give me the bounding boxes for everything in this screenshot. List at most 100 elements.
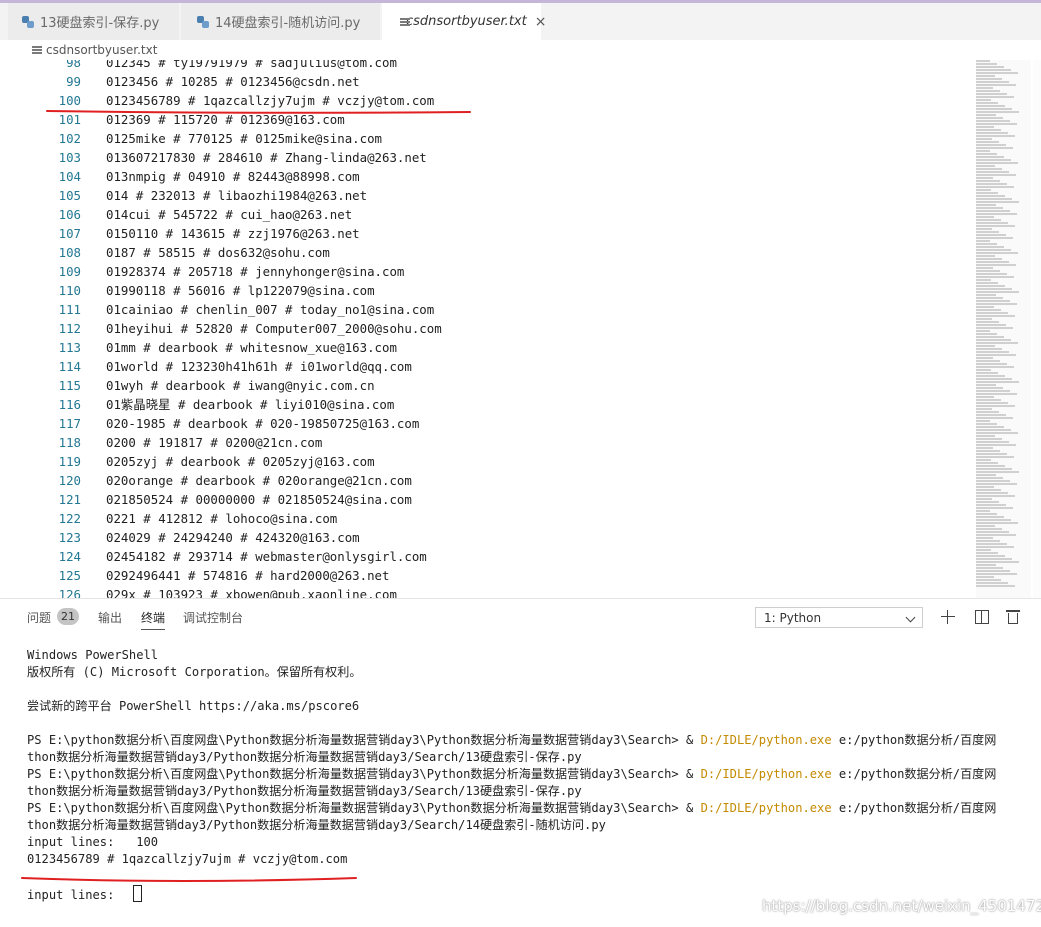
- editor-line[interactable]: 108 0187 # 58515 # dos632@sohu.com: [0, 243, 975, 262]
- editor-line[interactable]: 124 02454182 # 293714 # webmaster@onlysgi…: [0, 547, 975, 566]
- editor-line[interactable]: 115 01wyh # dearbook # iwang@nyic.com.cn: [0, 376, 975, 395]
- minimap-line: [976, 96, 1014, 98]
- chevron-down-icon: [905, 612, 916, 623]
- minimap-line: [976, 528, 1002, 530]
- editor-line[interactable]: 105 014 # 232013 # libaozhi1984@263.net: [0, 186, 975, 205]
- line-number: 114: [58, 359, 81, 374]
- line-text: 021850524 # 00000000 # 021850524@sina.co…: [106, 492, 412, 507]
- terminal-output[interactable]: Windows PowerShell 版权所有 (C) Microsoft Cor…: [27, 647, 1041, 902]
- minimap-line: [976, 66, 1004, 68]
- minimap-line: [976, 150, 990, 152]
- minimap-line: [976, 249, 1011, 251]
- split-terminal-icon[interactable]: [972, 607, 992, 627]
- tab-csdnsortbyuser-txt[interactable]: csdnsortbyuser.txt ×: [382, 3, 546, 40]
- editor-line[interactable]: 98 012345 # ty19791979 # sadjulius@tom.co…: [0, 60, 975, 72]
- line-number: 116: [58, 397, 81, 412]
- editor-line[interactable]: 107 0150110 # 143615 # zzj1976@263.net: [0, 224, 975, 243]
- text-file-icon: [32, 45, 42, 55]
- tab-13-save-py[interactable]: 13硬盘索引-保存.py: [8, 3, 180, 40]
- minimap-line: [976, 441, 1009, 443]
- line-text: 024029 # 24294240 # 424320@163.com: [106, 530, 360, 545]
- editor-line[interactable]: 121 021850524 # 00000000 # 021850524@sina…: [0, 490, 975, 509]
- line-text: 014 # 232013 # libaozhi1984@263.net: [106, 188, 368, 203]
- editor-line[interactable]: 118 0200 # 191817 # 0200@21cn.com: [0, 433, 975, 452]
- terminal-text: Windows PowerShell: [27, 648, 159, 662]
- editor-line[interactable]: 114 01world # 123230h41h61h # i01world@qq…: [0, 357, 975, 376]
- minimap-line: [976, 462, 998, 464]
- plus-icon[interactable]: [938, 607, 958, 627]
- line-text: 01990118 # 56016 # lp122079@sina.com: [106, 283, 375, 298]
- python-file-icon: [197, 15, 209, 28]
- minimap-line: [976, 366, 1014, 368]
- editor-line[interactable]: 110 01990118 # 56016 # lp122079@sina.com: [0, 281, 975, 300]
- editor-line[interactable]: 122 0221 # 412812 # lohoco@sina.com: [0, 509, 975, 528]
- editor-line[interactable]: 125 0292496441 # 574816 # hard2000@263.ne…: [0, 566, 975, 585]
- python-exe-path[interactable]: D:/IDLE/python.exe: [701, 767, 832, 781]
- close-icon[interactable]: ×: [535, 14, 547, 30]
- editor-scrollbar[interactable]: [1033, 60, 1041, 598]
- terminal-text: 尝试新的跨平台 PowerShell https://aka.ms/pscore…: [27, 699, 360, 713]
- editor-line[interactable]: 123 024029 # 24294240 # 424320@163.com: [0, 528, 975, 547]
- editor-line[interactable]: 103 013607217830 # 284610 # Zhang-linda@2…: [0, 148, 975, 167]
- minimap-line: [976, 348, 1002, 350]
- tab-problems[interactable]: 问题: [27, 609, 51, 626]
- tab-debug-console[interactable]: 调试控制台: [183, 609, 243, 626]
- tab-14-random-access-py[interactable]: 14硬盘索引-随机访问.py: [181, 3, 381, 40]
- minimap-line: [976, 201, 1019, 203]
- editor-line[interactable]: 112 01heyihui # 52820 # Computer007_2000@…: [0, 319, 975, 338]
- editor-line[interactable]: 101 012369 # 115720 # 012369@163.com: [0, 110, 975, 129]
- editor-line[interactable]: 113 01mm # dearbook # whitesnow_xue@163.c…: [0, 338, 975, 357]
- editor-line[interactable]: 100 0123456789 # 1qazcallzjy7ujm # vczjy@…: [0, 91, 975, 110]
- minimap-line: [976, 375, 1005, 377]
- minimap-line: [976, 246, 1004, 248]
- minimap-line: [976, 306, 994, 308]
- trash-icon[interactable]: [1003, 607, 1023, 627]
- minimap-line: [976, 318, 992, 320]
- minimap-line: [976, 69, 1011, 71]
- minimap[interactable]: [976, 60, 1031, 598]
- minimap-line: [976, 354, 1016, 356]
- minimap-line: [976, 288, 1012, 290]
- terminal-text: e:/python数据分析/百度网: [831, 801, 997, 815]
- breadcrumb-file[interactable]: csdnsortbyuser.txt: [46, 43, 157, 57]
- minimap-line: [976, 99, 991, 101]
- tab-label: 13硬盘索引-保存.py: [40, 16, 160, 31]
- minimap-line: [976, 360, 1000, 362]
- minimap-line: [976, 237, 1013, 239]
- editor-line[interactable]: 120 020orange # dearbook # 020orange@21cn…: [0, 471, 975, 490]
- editor-line[interactable]: 126 029x # 103923 # xbowen@pub.xaonline.c…: [0, 585, 975, 598]
- editor-line[interactable]: 116 01紫晶晓星 # dearbook # liyi010@sina.com: [0, 395, 975, 414]
- terminal-select[interactable]: 1: Python: [755, 607, 923, 628]
- terminal-cursor[interactable]: [132, 885, 142, 902]
- line-text: 01heyihui # 52820 # Computer007_2000@soh…: [106, 321, 442, 336]
- text-editor[interactable]: 98 012345 # ty19791979 # sadjulius@tom.co…: [0, 60, 1041, 598]
- minimap-line: [976, 396, 994, 398]
- minimap-line: [976, 327, 1013, 329]
- editor-line[interactable]: 119 0205zyj # dearbook # 0205zyj@163.com: [0, 452, 975, 471]
- minimap-line: [976, 279, 991, 281]
- line-number: 110: [58, 283, 81, 298]
- editor-line[interactable]: 99 0123456 # 10285 # 0123456@csdn.net: [0, 72, 975, 91]
- line-text: 01紫晶晓星 # dearbook # liyi010@sina.com: [106, 397, 395, 412]
- editor-line[interactable]: 111 01cainiao # chenlin_007 # today_no1@s…: [0, 300, 975, 319]
- minimap-line: [976, 486, 994, 488]
- minimap-line: [976, 393, 1017, 395]
- minimap-line: [976, 456, 1014, 458]
- editor-line[interactable]: 104 013nmpig # 04910 # 82443@88998.com: [0, 167, 975, 186]
- python-exe-path[interactable]: D:/IDLE/python.exe: [701, 733, 832, 747]
- python-exe-path[interactable]: D:/IDLE/python.exe: [701, 801, 832, 815]
- editor-line[interactable]: 106 014cui # 545722 # cui_hao@263.net: [0, 205, 975, 224]
- line-text: 02454182 # 293714 # webmaster@onlysgirl.…: [106, 549, 427, 564]
- tab-terminal[interactable]: 终端: [141, 609, 166, 630]
- line-text: 0200 # 191817 # 0200@21cn.com: [106, 435, 323, 450]
- editor-line[interactable]: 117 020-1985 # dearbook # 020-19850725@16…: [0, 414, 975, 433]
- minimap-line: [976, 351, 1009, 353]
- tab-output[interactable]: 输出: [98, 609, 122, 626]
- minimap-line: [976, 369, 991, 371]
- minimap-line: [976, 372, 998, 374]
- minimap-line: [976, 567, 1003, 569]
- editor-line[interactable]: 109 01928374 # 205718 # jennyhonger@sina.…: [0, 262, 975, 281]
- editor-line[interactable]: 102 0125mike # 770125 # 0125mike@sina.com: [0, 129, 975, 148]
- minimap-line: [976, 510, 990, 512]
